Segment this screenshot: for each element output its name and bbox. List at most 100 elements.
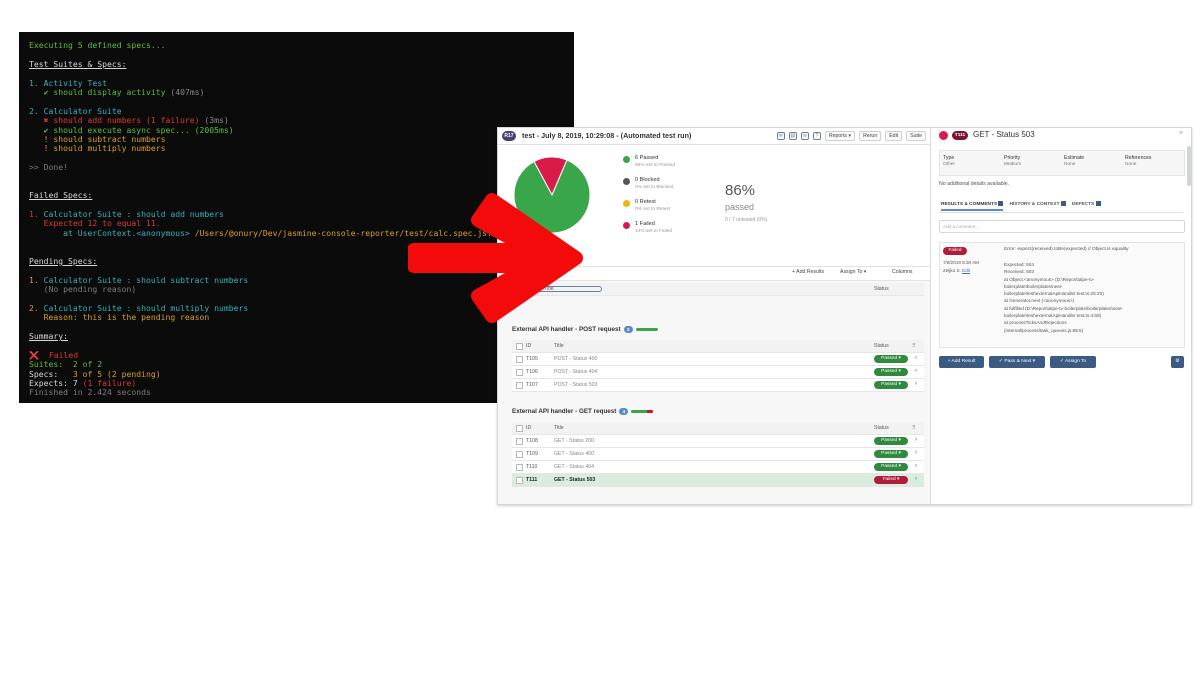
terminal-text: (1 failure) — [82, 379, 137, 389]
test-title-link[interactable]: GET - Status 200 — [554, 438, 594, 444]
status-dropdown[interactable]: Passed ▾ — [874, 368, 908, 376]
table-row[interactable]: T107 POST - Status 503 Passed ▾ › — [512, 379, 924, 392]
chevron-left-icon[interactable]: ‹ — [915, 476, 917, 482]
detail-tab[interactable]: DEFECTS — [1072, 201, 1101, 211]
rerun-button[interactable]: Rerun — [859, 131, 882, 141]
terminal-text: Calculator Suite : should multiply numbe… — [43, 303, 249, 313]
property-label: References — [1125, 155, 1152, 161]
terminal-text: ✔ should execute async spec... — [29, 125, 190, 135]
row-checkbox[interactable] — [516, 356, 523, 363]
suite-button[interactable]: Suite — [906, 131, 926, 141]
table-row[interactable]: T110 GET - Status 404 Passed ▾ › — [512, 461, 924, 474]
test-title-link[interactable]: GET - Status 503 — [554, 477, 595, 483]
terminal-text: Test Suites & Specs: — [29, 59, 127, 69]
result-entry: Failed 7/8/2019 8:30 AM Zeljko S. Edit E… — [939, 242, 1185, 348]
status-dropdown[interactable]: Passed ▾ — [874, 450, 908, 458]
chevron-right-icon[interactable]: › — [915, 463, 917, 469]
status-dropdown[interactable]: Passed ▾ — [874, 355, 908, 363]
status-dot — [939, 131, 948, 140]
chevron-right-icon[interactable]: › — [915, 450, 917, 456]
chat-icon[interactable]: ✉ — [776, 132, 785, 140]
chevron-right-icon[interactable]: › — [915, 368, 917, 374]
row-checkbox[interactable] — [516, 451, 523, 458]
section-table: ID Title Status ⠿ T105 POST - Status 400… — [512, 340, 924, 392]
test-title-link[interactable]: POST - Status 503 — [554, 382, 597, 388]
status-dropdown[interactable]: Passed ▾ — [874, 437, 908, 445]
export-icon[interactable]: ⊖ — [800, 132, 809, 140]
legend-dot — [623, 178, 630, 185]
status-dropdown[interactable]: Failed ▾ — [874, 476, 908, 484]
row-checkbox[interactable] — [516, 477, 523, 484]
terminal-text: Specs: — [29, 369, 73, 379]
add-results-button[interactable]: + Add Results — [792, 269, 824, 275]
table-row[interactable]: T106 POST - Status 404 Passed ▾ › — [512, 366, 924, 379]
section-header[interactable]: External API handler - GET request 4 — [512, 408, 654, 416]
terminal-text: 2. — [29, 303, 44, 313]
terminal-text: Failed — [43, 350, 79, 360]
section-title: External API handler - GET request — [512, 408, 617, 416]
row-checkbox[interactable] — [516, 438, 523, 445]
assign-to-detail-button[interactable]: ✓ Assign To — [1050, 356, 1096, 368]
terminal-text: ✖ should add numbers (1 failure) — [29, 116, 200, 126]
run-title: test - July 8, 2019, 10:29:08 - (Automat… — [522, 131, 692, 140]
edit-result-link[interactable]: Edit — [962, 268, 970, 273]
trace-line: at fulfilled (D:\Repos\talpe-tv-boilerpl… — [1004, 305, 1124, 311]
legend-dot — [623, 222, 630, 229]
terminal-text: 2 of 2 — [72, 360, 103, 370]
table-row[interactable]: T109 GET - Status 400 Passed ▾ › — [512, 448, 924, 461]
chevron-right-icon[interactable]: › — [915, 355, 917, 361]
section-count-badge: 4 — [619, 408, 629, 415]
terminal-text: 1. — [29, 210, 44, 220]
table-row[interactable]: T108 GET - Status 200 Passed ▾ › — [512, 435, 924, 448]
reports-button[interactable]: Reports ▾ — [824, 131, 856, 141]
terminal-text: Executing 5 defined specs... — [29, 41, 166, 50]
close-icon[interactable]: × — [1179, 130, 1183, 137]
columns-button[interactable]: Columns — [892, 269, 912, 275]
arrow-icon — [408, 193, 583, 323]
test-title-link[interactable]: POST - Status 400 — [554, 356, 597, 362]
columns-icon[interactable]: ⠿ — [912, 343, 916, 349]
trace-line: boilerplate\test\externalApiHandler.test… — [1004, 291, 1104, 297]
test-title: GET - Status 503 — [973, 130, 1035, 139]
section-count-badge: 3 — [623, 326, 633, 333]
status-dropdown[interactable]: Passed ▾ — [874, 463, 908, 471]
help-icon[interactable]: ? — [812, 132, 821, 140]
pass-and-next-button[interactable]: ✓ Pass & Next ▾ — [989, 356, 1045, 368]
run-header: R17 test - July 8, 2019, 10:29:08 - (Aut… — [498, 128, 930, 145]
detail-tab[interactable]: HISTORY & CONTEXT — [1009, 201, 1066, 211]
test-title-link[interactable]: GET - Status 404 — [554, 464, 594, 470]
terminal-line: Finished in 2.424 seconds — [29, 388, 570, 397]
select-all-checkbox[interactable] — [516, 343, 523, 350]
gear-icon[interactable]: ⚙ — [1171, 356, 1184, 368]
status-dropdown[interactable]: Passed ▾ — [874, 381, 908, 389]
table-row[interactable]: T105 POST - Status 400 Passed ▾ › — [512, 353, 924, 366]
print-icon[interactable]: ▤ — [788, 132, 797, 140]
trace-line: Received: 503 — [1004, 269, 1034, 275]
chevron-right-icon[interactable]: › — [915, 381, 917, 387]
test-id: T110 — [526, 464, 538, 470]
edit-button[interactable]: Edit — [885, 131, 903, 141]
row-checkbox[interactable] — [516, 464, 523, 471]
comment-input[interactable]: Add a comment ... — [939, 220, 1185, 233]
property-label: Priority — [1004, 155, 1021, 161]
detail-scrollbar[interactable] — [1187, 146, 1191, 186]
test-title-link[interactable]: POST - Status 404 — [554, 369, 597, 375]
columns-icon[interactable]: ⠿ — [912, 425, 916, 431]
terminal-line: ✔ should execute async spec... (2005ms) — [29, 126, 570, 135]
table-header: ID Title Status ⠿ — [512, 422, 924, 435]
add-result-button[interactable]: + Add Result — [939, 356, 984, 368]
select-all-checkbox[interactable] — [516, 425, 523, 432]
assign-to-button[interactable]: Assign To ▾ — [840, 269, 866, 275]
row-checkbox[interactable] — [516, 382, 523, 389]
terminal-text: at UserContext.<anonymous> — [29, 228, 195, 238]
detail-tab[interactable]: RESULTS & COMMENTS — [941, 201, 1004, 211]
test-id: T111 — [526, 477, 538, 483]
row-checkbox[interactable] — [516, 369, 523, 376]
terminal-line: Executing 5 defined specs... — [29, 41, 570, 50]
table-row[interactable]: T111 GET - Status 503 Failed ▾ ‹ — [512, 474, 924, 487]
chevron-right-icon[interactable]: › — [915, 437, 917, 443]
terminal-text: Finished in 2.424 seconds — [29, 388, 151, 398]
test-title-link[interactable]: GET - Status 400 — [554, 451, 594, 457]
